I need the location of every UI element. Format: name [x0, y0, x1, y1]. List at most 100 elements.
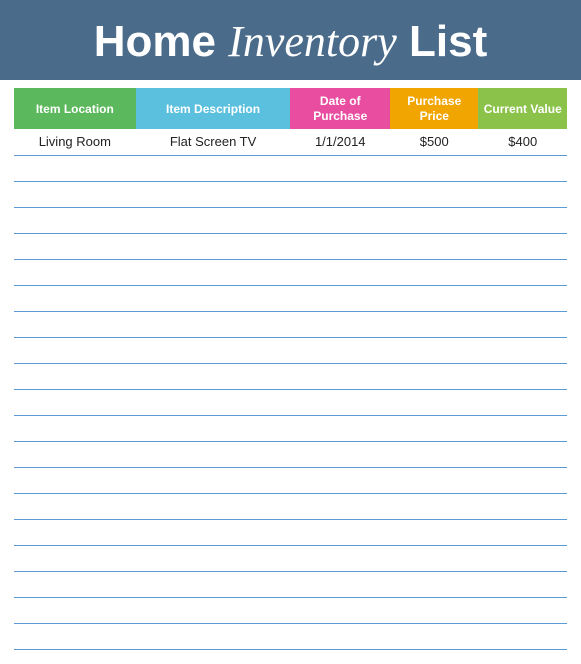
table-row: [14, 623, 567, 649]
col-header-date: Date of Purchase: [290, 88, 390, 129]
table-row: [14, 519, 567, 545]
table-row: [14, 155, 567, 181]
table-cell: [478, 623, 567, 649]
table-cell: Living Room: [14, 129, 136, 155]
table-cell: [390, 493, 478, 519]
table-cell: [290, 285, 390, 311]
table-cell: [390, 363, 478, 389]
table-cell: 1/1/2014: [290, 129, 390, 155]
table-cell: [136, 597, 291, 623]
table-cell: [290, 233, 390, 259]
table-cell: [390, 441, 478, 467]
table-cell: [478, 415, 567, 441]
table-row: [14, 467, 567, 493]
table-row: [14, 493, 567, 519]
table-cell: [136, 623, 291, 649]
table-cell: Flat Screen TV: [136, 129, 291, 155]
table-cell: [14, 259, 136, 285]
table-cell: [290, 467, 390, 493]
table-cell: [136, 233, 291, 259]
table-row: Living RoomFlat Screen TV1/1/2014$500$40…: [14, 129, 567, 155]
col-header-description: Item Description: [136, 88, 291, 129]
table-cell: [478, 493, 567, 519]
table-row: [14, 571, 567, 597]
table-cell: [390, 311, 478, 337]
table-cell: [14, 597, 136, 623]
table-cell: [390, 389, 478, 415]
table-cell: [136, 285, 291, 311]
table-cell: [136, 181, 291, 207]
table-cell: [478, 233, 567, 259]
table-cell: [390, 259, 478, 285]
table-row: [14, 259, 567, 285]
table-cell: [136, 441, 291, 467]
table-cell: [290, 571, 390, 597]
col-header-location: Item Location: [14, 88, 136, 129]
table-cell: [390, 415, 478, 441]
table-cell: [290, 441, 390, 467]
table-cell: [290, 623, 390, 649]
table-row: [14, 337, 567, 363]
table-cell: [478, 363, 567, 389]
table-cell: [14, 441, 136, 467]
header: Home Inventory List: [0, 0, 581, 80]
table-row: [14, 233, 567, 259]
table-cell: [390, 181, 478, 207]
table-cell: [390, 467, 478, 493]
table-row: [14, 285, 567, 311]
table-cell: [14, 519, 136, 545]
table-row: [14, 597, 567, 623]
table-cell: [478, 519, 567, 545]
table-cell: [136, 571, 291, 597]
table-cell: $500: [390, 129, 478, 155]
table-cell: [136, 337, 291, 363]
table-cell: [14, 415, 136, 441]
table-cell: [290, 337, 390, 363]
table-cell: [136, 155, 291, 181]
table-cell: [290, 181, 390, 207]
table-cell: [478, 207, 567, 233]
page-title: Home Inventory List: [20, 18, 561, 66]
table-cell: [136, 545, 291, 571]
table-cell: [14, 545, 136, 571]
table-cell: [290, 493, 390, 519]
table-cell: [390, 545, 478, 571]
table-cell: [136, 207, 291, 233]
table-cell: [14, 493, 136, 519]
table-wrapper: Item Location Item Description Date of P…: [0, 80, 581, 663]
table-cell: [290, 311, 390, 337]
table-cell: [390, 233, 478, 259]
table-row: [14, 389, 567, 415]
table-cell: [478, 285, 567, 311]
table-cell: [136, 311, 291, 337]
table-cell: [290, 259, 390, 285]
table-row: [14, 363, 567, 389]
table-cell: [136, 519, 291, 545]
table-cell: [14, 155, 136, 181]
table-cell: [14, 467, 136, 493]
col-header-current: Current Value: [478, 88, 567, 129]
table-cell: [478, 545, 567, 571]
table-cell: [14, 181, 136, 207]
table-cell: [478, 441, 567, 467]
table-row: [14, 311, 567, 337]
table-cell: [390, 519, 478, 545]
table-cell: [14, 389, 136, 415]
table-cell: [478, 571, 567, 597]
table-row: [14, 181, 567, 207]
table-row: [14, 207, 567, 233]
table-cell: [478, 259, 567, 285]
table-cell: [390, 623, 478, 649]
table-cell: [14, 571, 136, 597]
table-cell: [136, 415, 291, 441]
table-cell: [478, 467, 567, 493]
page-container: Home Inventory List Item Location Item D…: [0, 0, 581, 664]
table-cell: [390, 285, 478, 311]
table-cell: [478, 337, 567, 363]
table-cell: [136, 363, 291, 389]
table-cell: [14, 623, 136, 649]
table-cell: [478, 311, 567, 337]
table-cell: [290, 155, 390, 181]
table-cell: [136, 389, 291, 415]
table-cell: [14, 207, 136, 233]
